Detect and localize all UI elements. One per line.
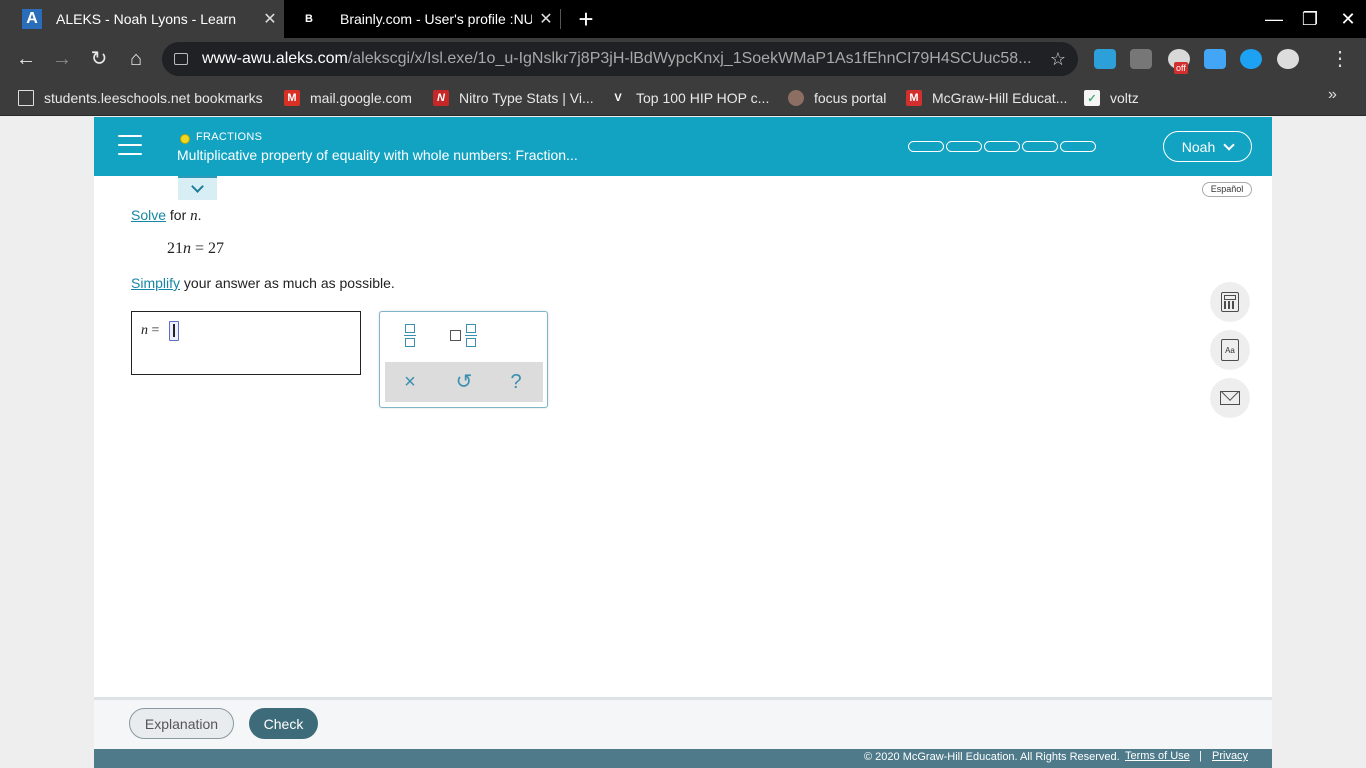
- site-info-icon[interactable]: [174, 53, 188, 65]
- person-extension-icon[interactable]: [1204, 49, 1226, 69]
- progress-segment: [1060, 141, 1096, 152]
- progress-segment: [1022, 141, 1058, 152]
- footer: © 2020 McGraw-Hill Education. All Rights…: [94, 749, 1272, 768]
- bookmark-star-icon[interactable]: ☆: [1038, 49, 1078, 70]
- reload-icon[interactable]: ↻: [85, 46, 113, 72]
- simplify-link[interactable]: Simplify: [131, 275, 180, 291]
- mixed-number-icon: [450, 330, 461, 341]
- question-instruction: Solve for n.: [131, 207, 202, 224]
- folder-icon: [18, 90, 34, 106]
- user-name: Noah: [1181, 138, 1216, 155]
- dictionary-button[interactable]: Aa: [1210, 330, 1250, 370]
- address-bar[interactable]: www-awu.aleks.com/alekscgi/x/Isl.exe/1o_…: [162, 42, 1078, 76]
- dictionary-icon: Aa: [1221, 339, 1239, 361]
- action-bar: Explanation Check: [94, 697, 1272, 749]
- solve-link[interactable]: Solve: [131, 207, 166, 223]
- undo-button[interactable]: ↺: [444, 366, 484, 398]
- tab-divider: [560, 9, 561, 29]
- menu-icon[interactable]: [118, 135, 142, 155]
- mail-icon: [1220, 391, 1240, 405]
- forward-icon[interactable]: →: [48, 46, 76, 72]
- restore-icon[interactable]: ❐: [1292, 6, 1328, 32]
- fraction-button[interactable]: [388, 318, 432, 354]
- brainly-favicon: B: [305, 13, 313, 25]
- mcgraw-icon: M: [906, 90, 922, 106]
- browser-tab-bar: A ALEKS - Noah Lyons - Learn ✕ B Brainly…: [0, 0, 1366, 38]
- close-window-icon[interactable]: ✕: [1330, 6, 1366, 32]
- footer-separator: |: [1199, 750, 1202, 762]
- topic-status-icon: [180, 134, 190, 144]
- chevron-down-icon: [191, 180, 204, 193]
- home-icon[interactable]: ⌂: [122, 46, 150, 72]
- language-toggle-button[interactable]: Español: [1202, 182, 1252, 197]
- bookmark-item[interactable]: students.leeschools.net bookmarks: [18, 80, 263, 116]
- gmail-icon: M: [284, 90, 300, 106]
- nitro-icon: N: [433, 90, 449, 106]
- close-tab-icon[interactable]: ✕: [256, 9, 284, 29]
- progress-meter: [908, 141, 1096, 152]
- extension-off-badge: off: [1174, 62, 1188, 74]
- keypad-controls: × ↺ ?: [385, 362, 543, 402]
- gear-extension-icon[interactable]: [1240, 49, 1262, 69]
- calculator-icon: [1221, 292, 1239, 312]
- message-button[interactable]: [1210, 378, 1250, 418]
- voltz-icon: ✓: [1084, 90, 1100, 106]
- back-icon[interactable]: ←: [12, 46, 40, 72]
- v-icon: V: [614, 92, 622, 104]
- progress-segment: [984, 141, 1020, 152]
- clear-button[interactable]: ×: [390, 366, 430, 398]
- aleks-header: FRACTIONS Multiplicative property of equ…: [94, 117, 1272, 176]
- menu-kebab-icon[interactable]: ⋮: [1328, 46, 1352, 72]
- terms-link[interactable]: Terms of Use: [1125, 750, 1190, 762]
- chevron-down-icon: [1223, 138, 1235, 151]
- check-button[interactable]: Check: [249, 708, 318, 739]
- progress-segment: [946, 141, 982, 152]
- settings-extension-icon[interactable]: [1277, 49, 1299, 69]
- tab-brainly[interactable]: B Brainly.com - User's profile :NUMBER ✕: [288, 0, 560, 38]
- more-bookmarks-icon[interactable]: »: [1328, 86, 1337, 104]
- progress-segment: [908, 141, 944, 152]
- new-tab-icon[interactable]: +: [574, 4, 598, 34]
- math-keypad: × ↺ ?: [379, 311, 548, 408]
- simplify-instruction: Simplify your answer as much as possible…: [131, 275, 395, 291]
- fraction-icon: [404, 324, 416, 348]
- copy-extension-icon[interactable]: [1130, 49, 1152, 69]
- explanation-button[interactable]: Explanation: [129, 708, 234, 739]
- bookmark-item[interactable]: M mail.google.com: [284, 80, 412, 116]
- user-menu-button[interactable]: Noah: [1163, 131, 1252, 162]
- equation: 21n = 27: [167, 240, 225, 257]
- close-tab-icon[interactable]: ✕: [532, 9, 560, 29]
- focus-icon: [788, 90, 804, 106]
- answer-input-area[interactable]: n =: [131, 311, 361, 375]
- topic-title: Multiplicative property of equality with…: [177, 147, 578, 163]
- bookmark-item[interactable]: M McGraw-Hill Educat...: [906, 80, 1067, 116]
- answer-label: n =: [141, 323, 160, 338]
- help-button[interactable]: ?: [496, 366, 536, 398]
- minimize-icon[interactable]: —: [1256, 6, 1292, 32]
- privacy-link[interactable]: Privacy: [1212, 750, 1248, 762]
- bookmark-item[interactable]: N Nitro Type Stats | Vi...: [433, 80, 594, 116]
- tab-aleks[interactable]: A ALEKS - Noah Lyons - Learn ✕: [0, 0, 284, 38]
- bookmark-item[interactable]: ✓ voltz: [1084, 80, 1139, 116]
- tab-title: Brainly.com - User's profile :NUMBER: [340, 11, 532, 27]
- aleks-favicon: A: [22, 9, 42, 29]
- copyright-text: © 2020 McGraw-Hill Education. All Rights…: [864, 751, 1120, 763]
- topic-label: FRACTIONS: [196, 131, 263, 143]
- collapse-header-button[interactable]: [178, 176, 217, 200]
- browser-toolbar: ← → ↻ ⌂ www-awu.aleks.com/alekscgi/x/Isl…: [0, 38, 1366, 80]
- cloud-extension-icon[interactable]: [1094, 49, 1116, 69]
- url-text[interactable]: www-awu.aleks.com/alekscgi/x/Isl.exe/1o_…: [202, 50, 1038, 68]
- aleks-page: FRACTIONS Multiplicative property of equ…: [94, 117, 1272, 768]
- calculator-button[interactable]: [1210, 282, 1250, 322]
- tab-title: ALEKS - Noah Lyons - Learn: [56, 11, 237, 27]
- mixed-number-button[interactable]: [440, 318, 484, 354]
- answer-cursor-slot[interactable]: [169, 321, 179, 341]
- bookmark-item[interactable]: V Top 100 HIP HOP c...: [610, 80, 769, 116]
- bookmark-item[interactable]: focus portal: [788, 80, 886, 116]
- bookmarks-bar: students.leeschools.net bookmarks M mail…: [0, 80, 1366, 116]
